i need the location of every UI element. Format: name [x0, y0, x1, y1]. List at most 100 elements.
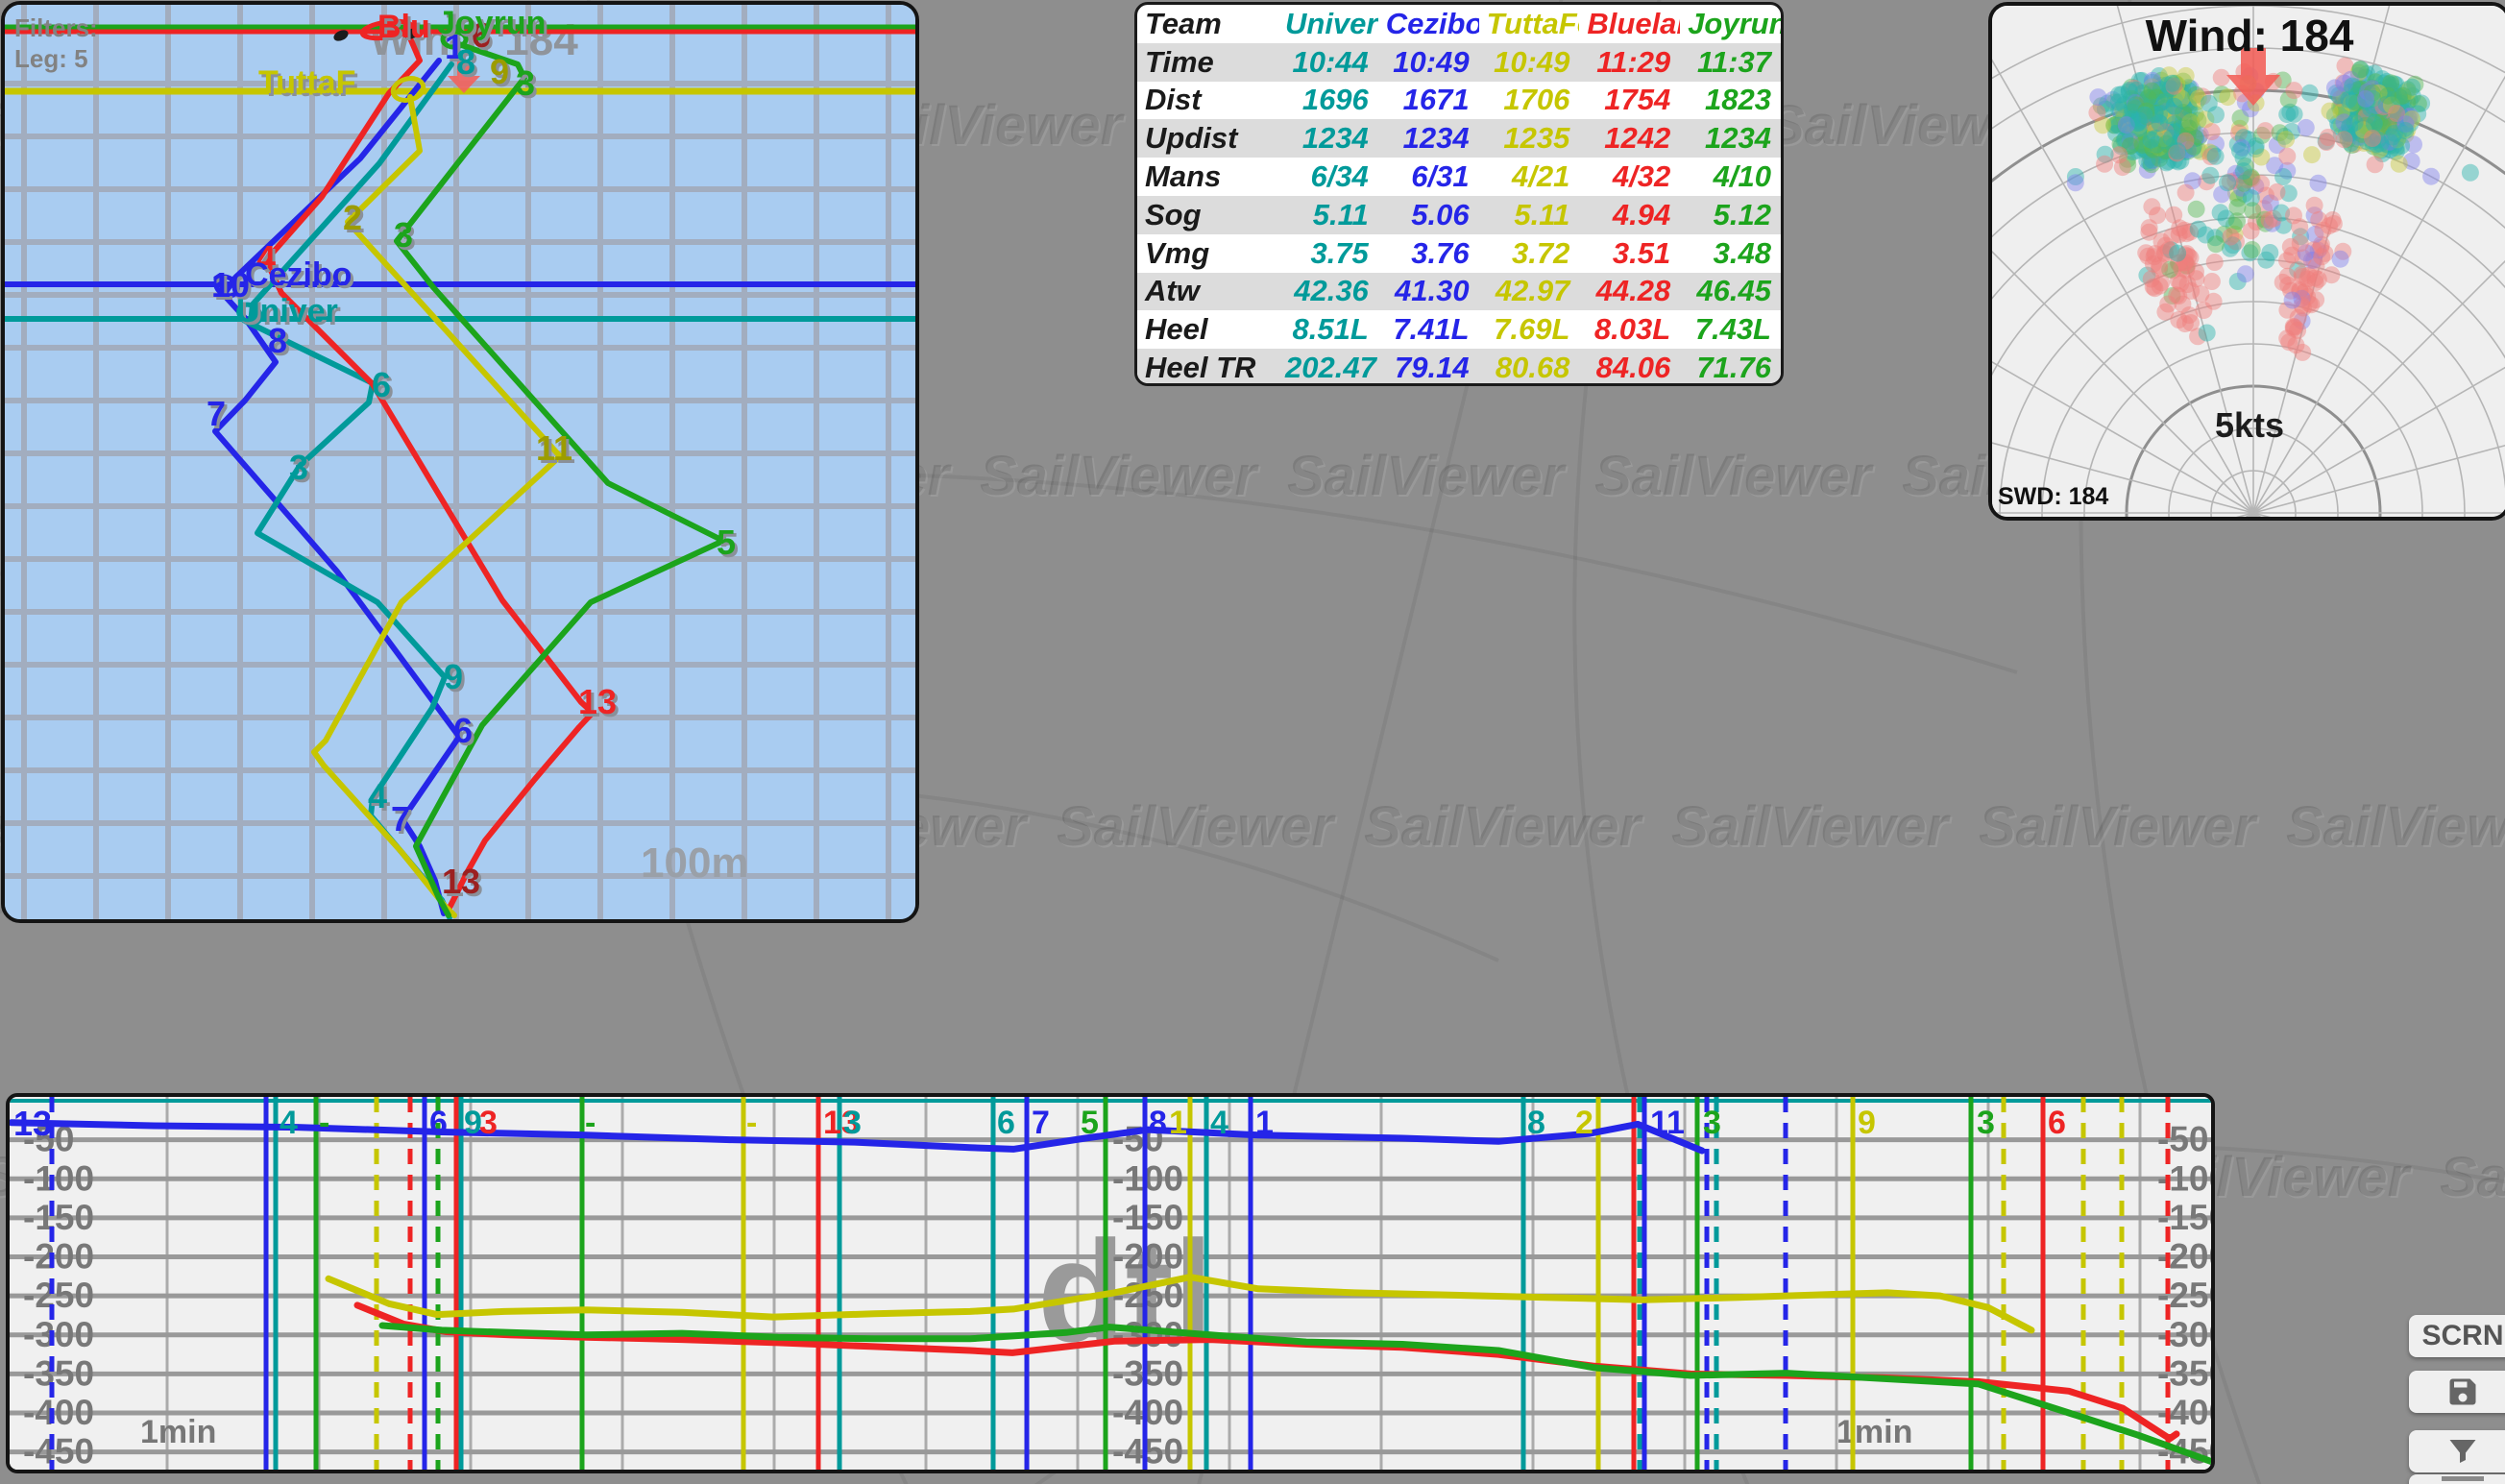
table-cell: 6/31 — [1378, 158, 1479, 196]
table-cell: 4/10 — [1680, 158, 1781, 196]
svg-text:-: - — [585, 1105, 596, 1141]
svg-text:-350: -350 — [2157, 1353, 2211, 1393]
table-cell: 1242 — [1579, 119, 1680, 158]
table-cell: 1754 — [1579, 82, 1680, 120]
svg-text:4: 4 — [1210, 1105, 1228, 1141]
svg-text:TuttaF: TuttaF — [258, 64, 355, 101]
filter-button[interactable] — [2409, 1430, 2505, 1472]
table-cell: 4/21 — [1479, 158, 1580, 196]
minimize-button[interactable] — [2409, 1474, 2505, 1484]
team-column-header: TuttaFor — [1479, 5, 1580, 43]
svg-text:8: 8 — [1149, 1105, 1167, 1141]
svg-text:7: 7 — [1032, 1105, 1050, 1141]
svg-text:6: 6 — [997, 1105, 1015, 1141]
svg-text:8: 8 — [1527, 1105, 1545, 1141]
table-cell: 41.30 — [1378, 273, 1479, 311]
timeline-chart[interactable]: dtl-50-100-150-200-250-300-350-400-450-5… — [10, 1097, 2211, 1470]
svg-text:-50: -50 — [2157, 1120, 2208, 1159]
svg-text:3: 3 — [843, 1105, 862, 1141]
svg-text:7: 7 — [391, 799, 410, 839]
svg-text:6: 6 — [453, 711, 473, 750]
table-cell: 80.68 — [1479, 349, 1580, 386]
table-cell: 3.48 — [1680, 234, 1781, 273]
timeline-chart-panel[interactable]: dtl-50-100-150-200-250-300-350-400-450-5… — [6, 1093, 2215, 1473]
table-cell: 79.14 — [1378, 349, 1479, 386]
svg-text:SailViewer: SailViewer — [1364, 795, 1643, 858]
row-label: Vmg — [1137, 234, 1277, 273]
table-cell: 5.11 — [1277, 196, 1378, 234]
table-cell: 3.72 — [1479, 234, 1580, 273]
svg-text:13: 13 — [442, 862, 480, 901]
svg-text:6: 6 — [2048, 1105, 2066, 1141]
svg-text:Joyrun: Joyrun — [437, 5, 546, 41]
map-scale-label: 100m — [641, 839, 749, 887]
svg-text:3: 3 — [516, 63, 535, 103]
svg-text:7: 7 — [207, 394, 226, 433]
table-cell: 5.12 — [1680, 196, 1781, 234]
svg-text:-350: -350 — [1112, 1353, 1183, 1393]
save-button[interactable] — [2409, 1371, 2505, 1413]
svg-text:6: 6 — [429, 1105, 448, 1141]
row-label: Sog — [1137, 196, 1277, 234]
svg-text:2: 2 — [343, 198, 362, 237]
table-cell: 84.06 — [1579, 349, 1680, 386]
svg-text:1: 1 — [1255, 1105, 1274, 1141]
svg-text:-100: -100 — [2157, 1158, 2211, 1198]
svg-text:4: 4 — [368, 776, 387, 815]
svg-text:1: 1 — [1169, 1105, 1187, 1141]
stats-table-head: TeamUniversiCezibordTuttaForBluelabeJoyr… — [1137, 5, 1781, 43]
table-row: Sog5.115.065.114.945.12 — [1137, 196, 1781, 234]
row-label: Time — [1137, 43, 1277, 82]
svg-text:-150: -150 — [23, 1198, 94, 1237]
svg-text:-450: -450 — [23, 1432, 94, 1470]
svg-text:SailViewer: SailViewer — [2440, 1146, 2505, 1208]
race-map-panel[interactable]: Wind: 184100m661188993322334410108877663… — [1, 1, 919, 923]
table-cell: 3.51 — [1579, 234, 1680, 273]
svg-text:-450: -450 — [1112, 1432, 1183, 1470]
table-row: Time10:4410:4910:4911:2911:37 — [1137, 43, 1781, 82]
table-cell: 1696 — [1277, 82, 1378, 120]
table-cell: 5.06 — [1378, 196, 1479, 234]
svg-text:3: 3 — [1703, 1105, 1721, 1141]
svg-text:Univer: Univer — [236, 293, 338, 329]
screenshot-button[interactable]: SCRN — [2409, 1315, 2505, 1357]
table-cell: 71.76 — [1680, 349, 1781, 386]
table-cell: 5.11 — [1479, 196, 1580, 234]
table-cell: 1823 — [1680, 82, 1781, 120]
team-column-header: Universi — [1277, 5, 1378, 43]
svg-text:-400: -400 — [1112, 1393, 1183, 1432]
stats-table-panel: TeamUniversiCezibordTuttaForBluelabeJoyr… — [1134, 2, 1784, 386]
table-row: Mans6/346/314/214/324/10 — [1137, 158, 1781, 196]
table-cell: 3.76 — [1378, 234, 1479, 273]
table-cell: 1671 — [1378, 82, 1479, 120]
svg-text:-200: -200 — [1112, 1237, 1183, 1277]
svg-text:-300: -300 — [23, 1315, 94, 1354]
svg-text:SailViewer: SailViewer — [2286, 795, 2505, 858]
table-cell: 1234 — [1378, 119, 1479, 158]
table-cell: 6/34 — [1277, 158, 1378, 196]
svg-text:-150: -150 — [1112, 1198, 1183, 1237]
column-header: Team — [1137, 5, 1277, 43]
table-cell: 11:29 — [1579, 43, 1680, 82]
svg-text:-350: -350 — [23, 1353, 94, 1393]
svg-text:6: 6 — [372, 365, 391, 404]
svg-text:-: - — [746, 1105, 757, 1141]
row-label: Heel TR — [1137, 349, 1277, 386]
stats-table: TeamUniversiCezibordTuttaForBluelabeJoyr… — [1137, 5, 1781, 386]
polar-plot — [1992, 6, 2505, 517]
row-label: Dist — [1137, 82, 1277, 120]
svg-text:-200: -200 — [2157, 1237, 2211, 1277]
team-column-header: Bluelabe — [1579, 5, 1680, 43]
table-cell: 8.03L — [1579, 310, 1680, 349]
svg-text:3: 3 — [289, 448, 308, 487]
svg-text:-: - — [319, 1105, 329, 1141]
svg-text:Blu: Blu — [377, 9, 430, 45]
table-cell: 7.41L — [1378, 310, 1479, 349]
minute-scale-label: 1min — [140, 1414, 216, 1450]
race-map[interactable]: Wind: 184100m661188993322334410108877663… — [5, 5, 915, 919]
table-row: Atw42.3641.3042.9744.2846.45 — [1137, 273, 1781, 311]
table-cell: 1234 — [1277, 119, 1378, 158]
table-cell: 7.69L — [1479, 310, 1580, 349]
table-cell: 42.36 — [1277, 273, 1378, 311]
floppy-icon — [2445, 1375, 2480, 1409]
